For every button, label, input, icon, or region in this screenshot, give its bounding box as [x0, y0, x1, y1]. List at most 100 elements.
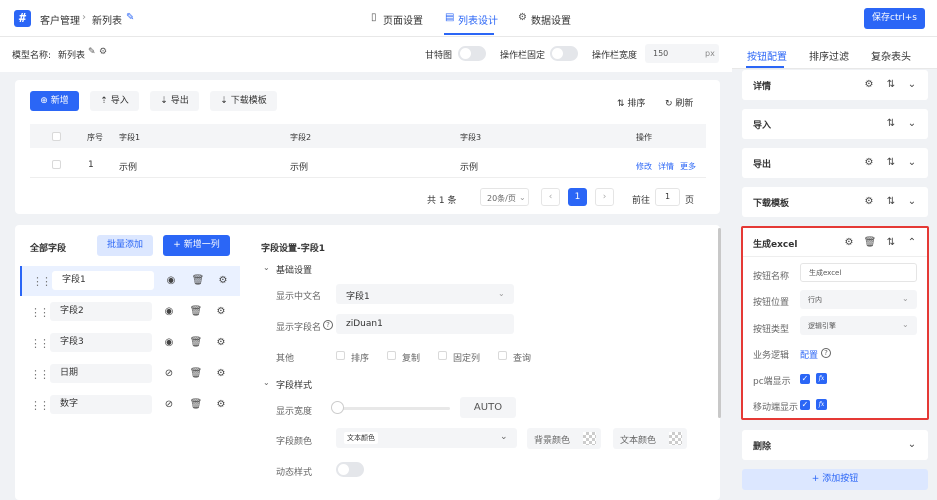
tab-page-settings[interactable]: 页面设置 [383, 12, 423, 27]
settings-icon[interactable]: ⚙ [862, 195, 876, 209]
bg-color-picker[interactable]: 背景颜色 [527, 428, 601, 449]
trash-icon[interactable]: 🗑 [189, 305, 203, 319]
chevron-down-circle-icon[interactable]: ⌄ [905, 78, 919, 92]
current-page[interactable]: 1 [568, 188, 587, 206]
trash-icon[interactable]: 🗑 [189, 398, 203, 412]
settings-icon[interactable]: ⚙ [214, 336, 228, 350]
eye-off-icon[interactable]: ⊘ [162, 398, 176, 412]
width-slider-track[interactable] [336, 407, 450, 410]
reorder-icon[interactable]: ⇅ [884, 117, 898, 131]
reorder-icon[interactable]: ⇅ [884, 156, 898, 170]
sort-button[interactable]: ⇅ 排序 [617, 96, 645, 109]
chevron-down-icon[interactable]: ⌄ [263, 378, 270, 387]
settings-icon[interactable]: ⚙ [842, 236, 856, 250]
mobile-display-checkbox[interactable]: ✓ [800, 400, 810, 410]
eye-icon[interactable]: ◉ [164, 274, 178, 288]
settings-icon[interactable]: ⚙ [862, 156, 876, 170]
button-item-generate-excel[interactable]: 生成excel ⚙ 🗑 ⇅ ⌃ 按钮名称 生成excel 按钮位置 行内 ⌄ 按… [741, 226, 929, 420]
drag-handle-icon[interactable]: ⋮⋮ [32, 275, 52, 288]
select-all-checkbox[interactable] [52, 132, 61, 141]
row-checkbox[interactable] [52, 160, 61, 169]
field-row[interactable]: ⋮⋮ 日期 ⊘ 🗑 ⚙ [20, 359, 240, 389]
chevron-down-icon[interactable]: ⌄ [263, 263, 270, 272]
trash-icon[interactable]: 🗑 [189, 336, 203, 350]
chevron-down-circle-icon[interactable]: ⌄ [905, 117, 919, 131]
dynamic-style-toggle[interactable] [336, 462, 364, 477]
eye-icon[interactable]: ◉ [162, 336, 176, 350]
add-button[interactable]: ⊕ 新增 [30, 91, 79, 111]
batch-add-button[interactable]: 批量添加 [97, 235, 153, 256]
field-name-input[interactable]: 字段3 [50, 333, 152, 352]
reorder-icon[interactable]: ⇅ [884, 195, 898, 209]
copy-checkbox[interactable] [387, 351, 396, 360]
basic-settings-section[interactable]: 基础设置 [276, 263, 312, 276]
reorder-icon[interactable]: ⇅ [884, 78, 898, 92]
tab-sort-filter[interactable]: 排序过滤 [809, 48, 849, 63]
button-position-select[interactable]: 行内 ⌄ [800, 290, 917, 309]
fixed-column-checkbox[interactable] [438, 351, 447, 360]
edit-pencil-icon[interactable]: ✎ [126, 12, 134, 23]
add-button-button[interactable]: + 添加按钮 [742, 469, 928, 490]
eye-off-icon[interactable]: ⊘ [162, 367, 176, 381]
button-type-select[interactable]: 逻辑引擎 ⌄ [800, 316, 917, 335]
width-input[interactable]: AUTO [460, 397, 516, 418]
gear-icon[interactable]: ⚙ [99, 47, 107, 57]
drag-handle-icon[interactable]: ⋮⋮ [30, 368, 50, 381]
export-button[interactable]: ⇣ 导出 [150, 91, 199, 111]
save-button[interactable]: 保存ctrl+s [864, 8, 925, 29]
settings-icon[interactable]: ⚙ [214, 367, 228, 381]
drag-handle-icon[interactable]: ⋮⋮ [30, 306, 50, 319]
trash-icon[interactable]: 🗑 [189, 367, 203, 381]
goto-page-input[interactable]: 1 [655, 188, 680, 206]
tab-complex-header[interactable]: 复杂表头 [871, 48, 911, 63]
action-bar-width-input[interactable]: 150 px [645, 44, 719, 63]
field-row[interactable]: ⋮⋮ 数字 ⊘ 🗑 ⚙ [20, 390, 240, 420]
query-checkbox[interactable] [498, 351, 507, 360]
field-row[interactable]: ⋮⋮ 字段2 ◉ 🗑 ⚙ [20, 297, 240, 327]
reorder-icon[interactable]: ⇅ [884, 236, 898, 250]
help-icon[interactable]: ? [323, 320, 333, 330]
page-size-select[interactable]: 20条/页 ⌄ [480, 188, 529, 206]
formula-icon[interactable]: fx [816, 373, 827, 384]
formula-icon[interactable]: fx [816, 399, 827, 410]
field-name-input[interactable]: 字段2 [50, 302, 152, 321]
prev-page-button[interactable]: ‹ [541, 188, 560, 206]
download-template-button[interactable]: ⇣ 下载模板 [210, 91, 277, 111]
field-name-input[interactable]: 字段1 [52, 271, 154, 290]
scrollbar[interactable] [718, 228, 721, 418]
button-item-import[interactable]: 导入 ⇅ ⌄ [742, 109, 928, 139]
more-link[interactable]: 更多 [680, 161, 696, 172]
settings-icon[interactable]: ⚙ [214, 398, 228, 412]
settings-icon[interactable]: ⚙ [862, 78, 876, 92]
chevron-down-circle-icon[interactable]: ⌄ [905, 156, 919, 170]
tab-button-config[interactable]: 按钮配置 [747, 48, 787, 63]
detail-link[interactable]: 详情 [658, 161, 674, 172]
eye-icon[interactable]: ◉ [162, 305, 176, 319]
add-column-button[interactable]: + 新增一列 [163, 235, 230, 256]
settings-icon[interactable]: ⚙ [214, 305, 228, 319]
button-item-download-template[interactable]: 下载模板 ⚙ ⇅ ⌄ [742, 187, 928, 217]
configure-link[interactable]: 配置 [800, 348, 818, 361]
import-button[interactable]: ⇡ 导入 [90, 91, 139, 111]
chevron-down-circle-icon[interactable]: ⌄ [905, 195, 919, 209]
chevron-down-circle-icon[interactable]: ⌄ [905, 438, 919, 452]
drag-handle-icon[interactable]: ⋮⋮ [30, 337, 50, 350]
settings-icon[interactable]: ⚙ [216, 274, 230, 288]
chevron-up-circle-icon[interactable]: ⌃ [905, 236, 919, 250]
tab-data-settings[interactable]: 数据设置 [531, 12, 571, 27]
width-slider-handle[interactable] [331, 401, 344, 414]
next-page-button[interactable]: › [595, 188, 614, 206]
button-item-export[interactable]: 导出 ⚙ ⇅ ⌄ [742, 148, 928, 178]
edit-link[interactable]: 修改 [636, 161, 652, 172]
help-icon[interactable]: ? [821, 348, 831, 358]
drag-handle-icon[interactable]: ⋮⋮ [30, 399, 50, 412]
refresh-button[interactable]: ↻ 刷新 [665, 96, 693, 109]
edit-pencil-icon[interactable]: ✎ [88, 47, 96, 57]
button-item-delete[interactable]: 删除 ⌄ [742, 430, 928, 460]
action-bar-fixed-toggle[interactable] [550, 46, 578, 61]
field-name-input[interactable]: 数字 [50, 395, 152, 414]
field-style-section[interactable]: 字段样式 [276, 378, 312, 391]
cn-name-select[interactable]: 字段1 ⌄ [336, 284, 514, 304]
field-name-input[interactable]: 日期 [50, 364, 152, 383]
trash-icon[interactable]: 🗑 [191, 274, 205, 288]
